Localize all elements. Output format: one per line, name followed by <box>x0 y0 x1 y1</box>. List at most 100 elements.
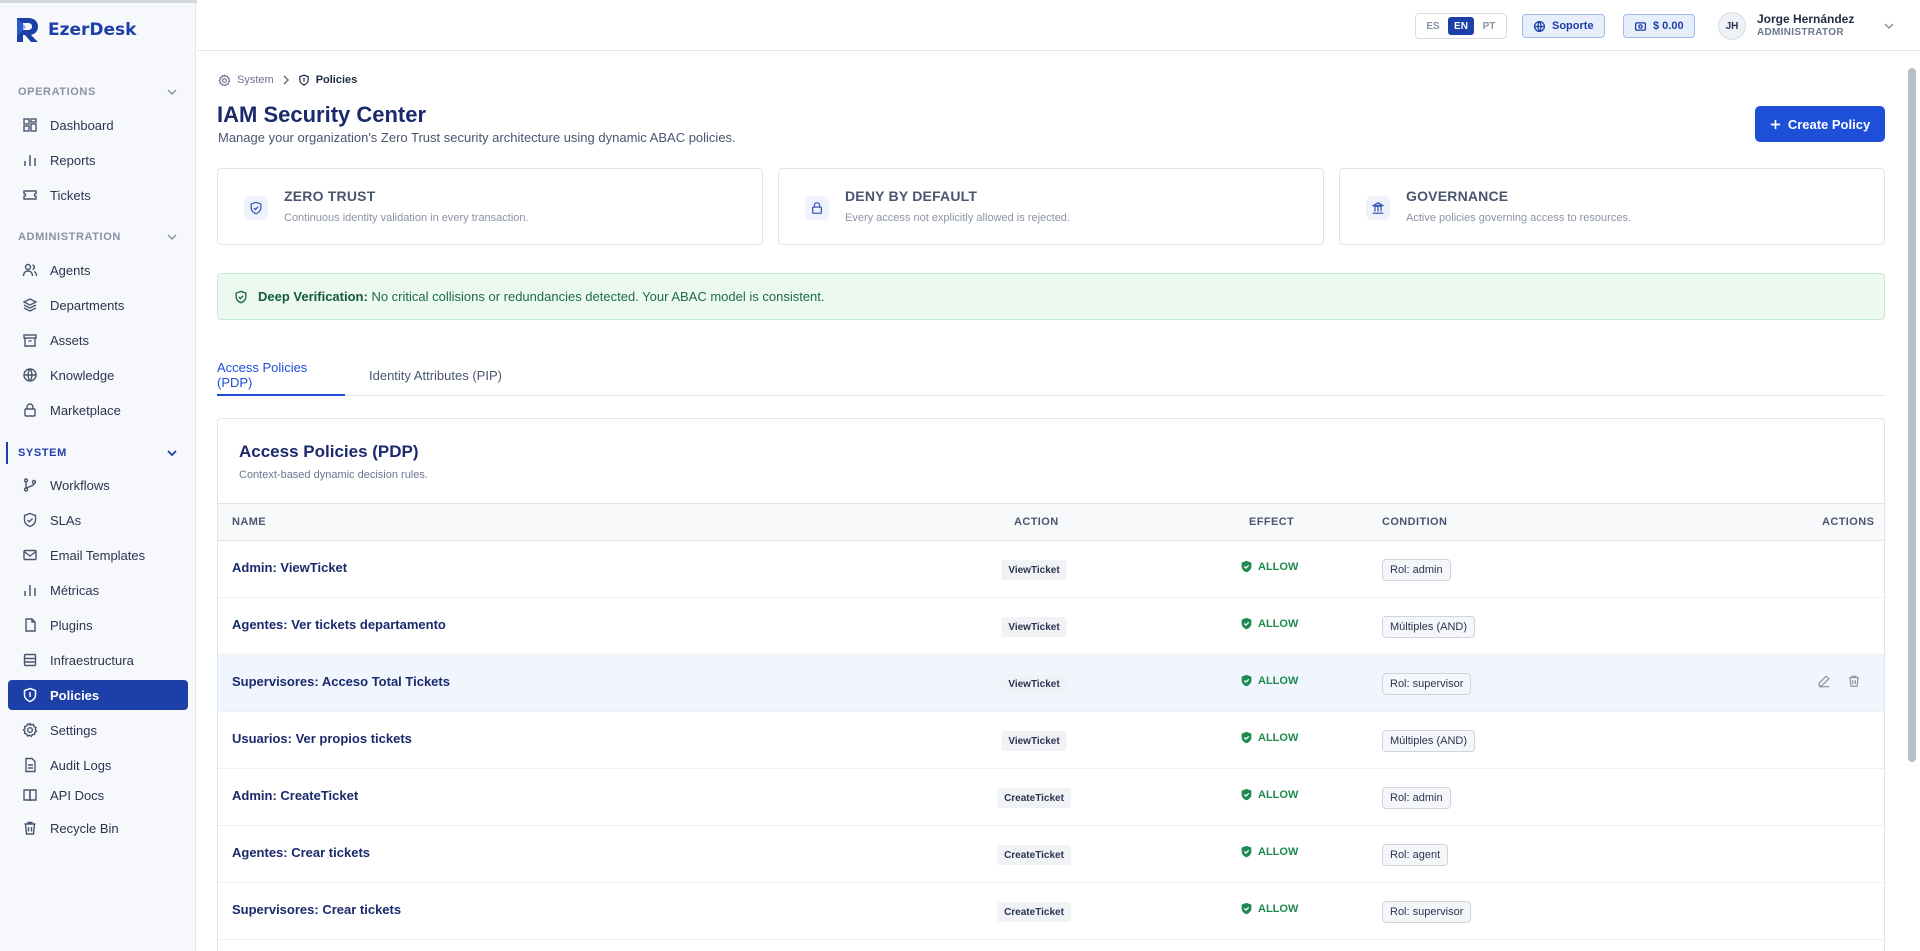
card-description: Continuous identity validation in every … <box>284 212 529 224</box>
sidebar-item-dashboard[interactable]: Dashboard <box>8 110 188 140</box>
git-branch-icon <box>22 477 38 493</box>
table-row[interactable]: Admin: CreateTicket CreateTicket ALLOW R… <box>218 769 1884 826</box>
chevron-down-icon <box>166 231 178 243</box>
sidebar-item-reports[interactable]: Reports <box>8 145 188 175</box>
alert-title: Deep Verification: <box>258 289 368 304</box>
sidebar-item-plugins[interactable]: Plugins <box>8 610 188 640</box>
table-row[interactable]: Supervisores: Acceso Total Tickets ViewT… <box>218 655 1884 712</box>
sidebar-item-tickets[interactable]: Tickets <box>8 180 188 210</box>
layers-icon <box>22 297 38 313</box>
shield-check-icon <box>1240 617 1253 630</box>
sidebar-item-audit-logs[interactable]: Audit Logs <box>8 750 188 780</box>
lang-pt-button[interactable]: PT <box>1476 17 1502 35</box>
edit-icon[interactable] <box>1817 674 1831 688</box>
table-row[interactable]: Supervisores: Crear tickets CreateTicket… <box>218 883 1884 940</box>
effect-label: ALLOW <box>1258 560 1299 573</box>
sidebar-item-label: Agents <box>50 262 91 278</box>
section-administration[interactable]: ADMINISTRATION <box>18 229 178 245</box>
lang-en-button[interactable]: EN <box>1448 17 1474 35</box>
archive-icon <box>22 332 38 348</box>
breadcrumb-parent[interactable]: System <box>237 74 274 86</box>
support-button[interactable]: Soporte <box>1522 14 1605 38</box>
sidebar-item-marketplace[interactable]: Marketplace <box>8 395 188 425</box>
column-header-name[interactable]: NAME <box>232 516 266 528</box>
building-icon <box>1366 196 1390 220</box>
shield-icon <box>298 74 310 86</box>
sidebar-item-settings[interactable]: Settings <box>8 715 188 745</box>
sidebar-item-label: Dashboard <box>50 117 114 133</box>
sidebar-item-label: Workflows <box>50 477 110 493</box>
table-row[interactable]: Agentes: Ver tickets departamento ViewTi… <box>218 598 1884 655</box>
effect-badge: ALLOW <box>1240 617 1298 630</box>
info-card-deny-by-default: DENY BY DEFAULT Every access not explici… <box>778 168 1324 245</box>
table-row[interactable]: Usuarios: Ver propios tickets ViewTicket… <box>218 712 1884 769</box>
effect-badge: ALLOW <box>1240 731 1298 744</box>
tab-access-policies[interactable]: Access Policies (PDP) <box>217 355 345 396</box>
tab-identity-attributes[interactable]: Identity Attributes (PIP) <box>369 355 502 396</box>
sidebar-item-label: Plugins <box>50 617 93 633</box>
sidebar-item-label: Policies <box>50 687 100 703</box>
sidebar-item-departments[interactable]: Departments <box>8 290 188 320</box>
chevron-down-icon <box>166 447 178 459</box>
sidebar-item-label: Marketplace <box>50 402 121 418</box>
plus-icon <box>1770 119 1781 130</box>
page-scrollbar[interactable] <box>1908 68 1916 762</box>
file-text-icon <box>22 757 38 773</box>
logo-icon <box>14 16 40 44</box>
sidebar: EzerDesk OPERATIONS Dashboard Reports Ti… <box>0 0 198 951</box>
column-header-action[interactable]: ACTION <box>1014 516 1059 528</box>
sidebar-item-agents[interactable]: Agents <box>8 255 188 285</box>
sidebar-item-metricas[interactable]: Métricas <box>8 575 188 605</box>
table-header: NAME ACTION EFFECT CONDITION ACTIONS <box>218 503 1884 541</box>
sidebar-item-recycle-bin[interactable]: Recycle Bin <box>8 813 188 843</box>
column-header-effect[interactable]: EFFECT <box>1249 516 1294 528</box>
sidebar-item-assets[interactable]: Assets <box>8 325 188 355</box>
chevron-down-icon[interactable] <box>1883 20 1895 32</box>
sidebar-item-label: Audit Logs <box>50 757 112 773</box>
lock-icon <box>805 196 829 220</box>
book-icon <box>22 787 38 803</box>
sidebar-item-knowledge[interactable]: Knowledge <box>8 360 188 390</box>
effect-badge: ALLOW <box>1240 560 1298 573</box>
section-operations[interactable]: OPERATIONS <box>18 84 178 100</box>
sidebar-item-workflows[interactable]: Workflows <box>8 470 188 500</box>
lang-es-button[interactable]: ES <box>1420 17 1446 35</box>
sidebar-item-policies[interactable]: Policies <box>8 680 188 710</box>
sidebar-item-label: Assets <box>50 332 90 348</box>
sidebar-item-infraestructura[interactable]: Infraestructura <box>8 645 188 675</box>
sidebar-item-email-templates[interactable]: Email Templates <box>8 540 188 570</box>
policy-name: Admin: ViewTicket <box>232 560 348 575</box>
sidebar-item-label: Knowledge <box>50 367 115 383</box>
row-actions <box>1817 674 1861 688</box>
balance-button[interactable]: $ 0.00 <box>1623 14 1695 38</box>
effect-badge: ALLOW <box>1240 845 1298 858</box>
sidebar-item-label: Recycle Bin <box>50 820 119 836</box>
bar-chart-icon <box>22 582 38 598</box>
create-policy-button[interactable]: Create Policy <box>1755 106 1885 142</box>
globe-icon <box>1533 20 1546 33</box>
sidebar-item-label: Infraestructura <box>50 652 134 668</box>
table-row[interactable]: Admin: ViewTicket ViewTicket ALLOW Rol: … <box>218 541 1884 598</box>
sidebar-item-label: Métricas <box>50 582 100 598</box>
language-switcher: ES EN PT <box>1415 13 1507 39</box>
column-header-condition[interactable]: CONDITION <box>1382 516 1447 528</box>
effect-badge: ALLOW <box>1240 902 1298 915</box>
avatar[interactable]: JH <box>1718 12 1746 40</box>
sidebar-item-slas[interactable]: SLAs <box>8 505 188 535</box>
table-row[interactable]: Agentes: Crear tickets CreateTicket ALLO… <box>218 826 1884 883</box>
active-section-indicator <box>6 442 8 464</box>
condition-badge: Múltiples (AND) <box>1382 730 1476 752</box>
user-name[interactable]: Jorge Hernández <box>1757 12 1854 26</box>
info-card-governance: GOVERNANCE Active policies governing acc… <box>1339 168 1885 245</box>
topbar: ES EN PT Soporte $ 0.00 JH Jorge Hernánd… <box>197 0 1920 51</box>
policy-name: Admin: CreateTicket <box>232 788 359 803</box>
sidebar-item-label: SLAs <box>50 512 82 528</box>
shield-check-icon <box>1240 674 1253 687</box>
effect-label: ALLOW <box>1258 731 1299 744</box>
globe-icon <box>22 367 38 383</box>
trash-icon[interactable] <box>1847 674 1861 688</box>
app-logo[interactable]: EzerDesk <box>14 14 137 46</box>
mail-icon <box>22 547 38 563</box>
sidebar-item-api-docs[interactable]: API Docs <box>8 780 188 810</box>
section-system[interactable]: SYSTEM <box>18 445 178 461</box>
